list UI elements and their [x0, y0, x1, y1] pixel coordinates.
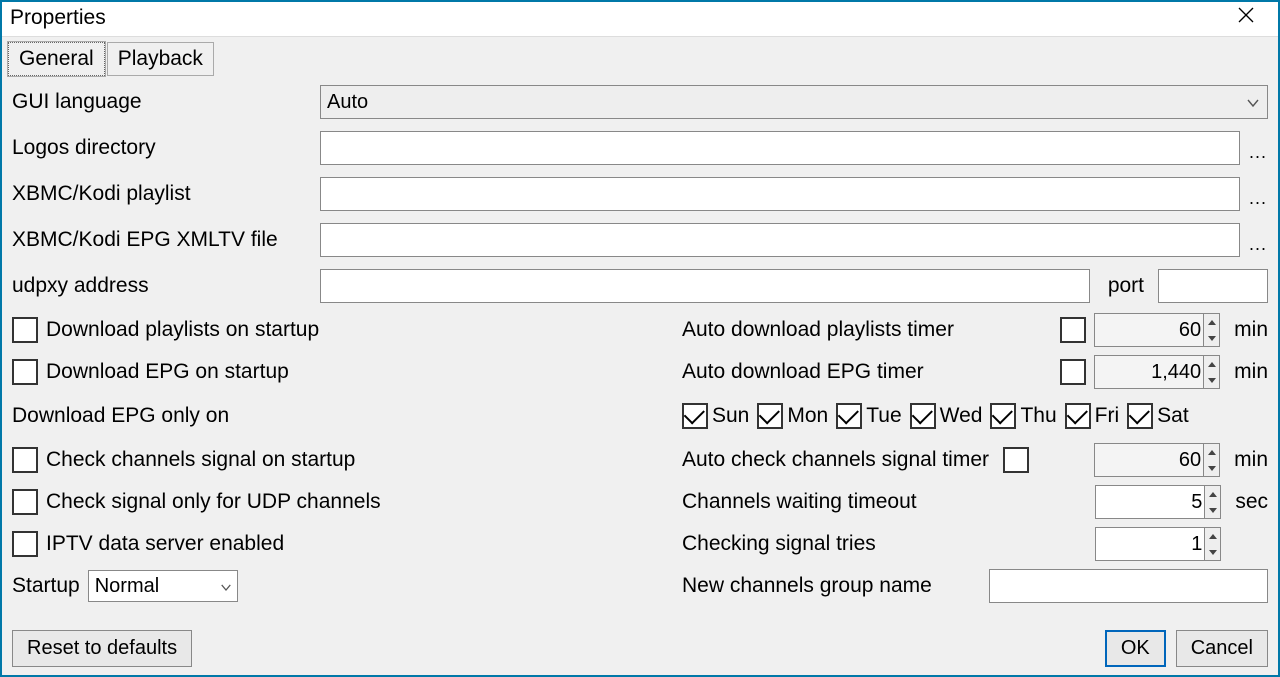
spin-down-icon[interactable] [1205, 502, 1220, 518]
day-wed-checkbox[interactable] [910, 403, 936, 429]
window-title: Properties [10, 6, 106, 30]
playlists-timer-spinner[interactable] [1094, 313, 1204, 347]
tab-playback[interactable]: Playback [107, 42, 214, 76]
waiting-timeout-spinner[interactable] [1095, 485, 1205, 519]
kodi-epg-browse-button[interactable]: ... [1248, 223, 1268, 257]
new-channels-group-input[interactable] [989, 569, 1268, 603]
startup-combo[interactable] [88, 570, 238, 602]
min-unit: min [1234, 448, 1268, 472]
check-channels-signal-checkbox[interactable] [12, 447, 38, 473]
spin-down-icon[interactable] [1204, 372, 1219, 388]
checking-signal-tries-label: Checking signal tries [682, 532, 876, 556]
day-fri-checkbox[interactable] [1065, 403, 1091, 429]
spin-up-icon[interactable] [1204, 314, 1219, 330]
min-unit: min [1234, 360, 1268, 384]
logos-browse-button[interactable]: ... [1248, 131, 1268, 165]
check-channels-signal-label: Check channels signal on startup [46, 448, 355, 472]
day-thu-label: Thu [1020, 404, 1056, 428]
iptv-data-server-checkbox[interactable] [12, 531, 38, 557]
check-signal-udp-label: Check signal only for UDP channels [46, 490, 381, 514]
gui-language-label: GUI language [12, 90, 312, 114]
playlists-timer-spin-buttons[interactable] [1204, 313, 1220, 347]
kodi-epg-label: XBMC/Kodi EPG XMLTV file [12, 228, 312, 252]
auto-dl-epg-timer-checkbox[interactable] [1060, 359, 1086, 385]
sec-unit: sec [1235, 490, 1268, 514]
spin-up-icon[interactable] [1204, 356, 1219, 372]
day-thu-checkbox[interactable] [990, 403, 1016, 429]
signal-timer-spin-buttons[interactable] [1204, 443, 1220, 477]
day-fri-label: Fri [1095, 404, 1120, 428]
reset-defaults-button[interactable]: Reset to defaults [12, 630, 192, 667]
day-mon-label: Mon [787, 404, 828, 428]
epg-timer-spinner[interactable] [1094, 355, 1204, 389]
gui-language-combo[interactable] [320, 85, 1268, 119]
signal-tries-spinner[interactable] [1095, 527, 1205, 561]
udpxy-address-label: udpxy address [12, 274, 312, 298]
day-wed-label: Wed [940, 404, 983, 428]
port-input[interactable] [1158, 269, 1268, 303]
spin-down-icon[interactable] [1204, 460, 1219, 476]
download-epg-only-on-label: Download EPG only on [12, 404, 229, 428]
spin-up-icon[interactable] [1205, 486, 1220, 502]
day-sun-label: Sun [712, 404, 749, 428]
kodi-playlist-input[interactable] [320, 177, 1240, 211]
signal-tries-spin-buttons[interactable] [1205, 527, 1221, 561]
udpxy-address-input[interactable] [320, 269, 1090, 303]
iptv-data-server-label: IPTV data server enabled [46, 532, 284, 556]
day-mon-checkbox[interactable] [757, 403, 783, 429]
tab-bar: General Playback [2, 37, 1278, 75]
tab-general[interactable]: General [8, 42, 105, 76]
kodi-playlist-browse-button[interactable]: ... [1248, 177, 1268, 211]
spin-up-icon[interactable] [1205, 528, 1220, 544]
auto-check-signal-timer-label: Auto check channels signal timer [682, 448, 989, 472]
signal-timer-spinner[interactable] [1094, 443, 1204, 477]
port-label: port [1108, 274, 1144, 298]
logos-directory-input[interactable] [320, 131, 1240, 165]
auto-dl-playlists-timer-checkbox[interactable] [1060, 317, 1086, 343]
ok-button[interactable]: OK [1105, 630, 1166, 667]
download-playlists-checkbox[interactable] [12, 317, 38, 343]
auto-check-signal-timer-checkbox[interactable] [1003, 447, 1029, 473]
waiting-timeout-spin-buttons[interactable] [1205, 485, 1221, 519]
spin-up-icon[interactable] [1204, 444, 1219, 460]
titlebar: Properties [2, 2, 1278, 37]
kodi-epg-input[interactable] [320, 223, 1240, 257]
check-signal-udp-checkbox[interactable] [12, 489, 38, 515]
cancel-button[interactable]: Cancel [1176, 630, 1268, 667]
close-button[interactable] [1226, 6, 1266, 30]
day-sat-label: Sat [1157, 404, 1189, 428]
button-bar: Reset to defaults OK Cancel [2, 626, 1278, 675]
startup-label: Startup [12, 574, 80, 598]
auto-dl-playlists-timer-label: Auto download playlists timer [682, 318, 954, 342]
epg-timer-spin-buttons[interactable] [1204, 355, 1220, 389]
day-sat-checkbox[interactable] [1127, 403, 1153, 429]
day-sun-checkbox[interactable] [682, 403, 708, 429]
kodi-playlist-label: XBMC/Kodi playlist [12, 182, 312, 206]
channels-waiting-timeout-label: Channels waiting timeout [682, 490, 917, 514]
min-unit: min [1234, 318, 1268, 342]
download-epg-checkbox[interactable] [12, 359, 38, 385]
new-channels-group-label: New channels group name [682, 574, 932, 598]
spin-down-icon[interactable] [1205, 544, 1220, 560]
download-epg-label: Download EPG on startup [46, 360, 289, 384]
tab-content: GUI language Logos directory ... XBMC/Ko… [2, 75, 1278, 626]
day-tue-label: Tue [866, 404, 901, 428]
auto-dl-epg-timer-label: Auto download EPG timer [682, 360, 924, 384]
day-tue-checkbox[interactable] [836, 403, 862, 429]
logos-directory-label: Logos directory [12, 136, 312, 160]
spin-down-icon[interactable] [1204, 330, 1219, 346]
download-playlists-label: Download playlists on startup [46, 318, 319, 342]
